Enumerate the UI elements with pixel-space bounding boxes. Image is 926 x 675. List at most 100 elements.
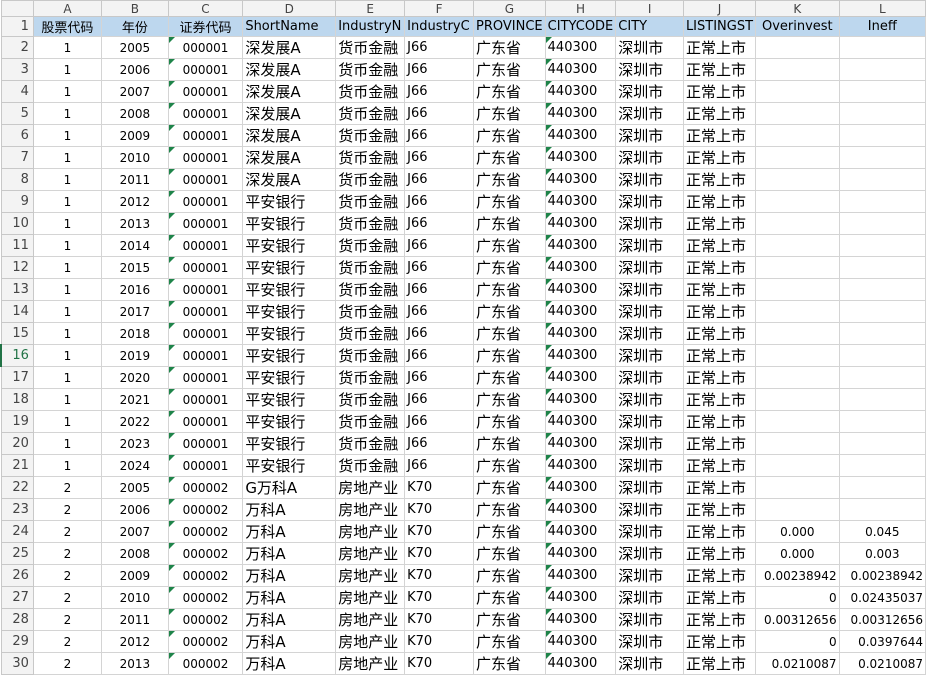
cell-ineff[interactable] [838,234,926,257]
row-header[interactable]: 3 [0,58,34,81]
cell-citycode[interactable]: 440300 [544,80,617,103]
cell-citycode[interactable]: 440300 [544,520,617,543]
cell-citycode[interactable]: 440300 [544,388,617,411]
cell-year[interactable]: 2015 [101,256,169,279]
cell-security-code[interactable]: 000001 [167,124,244,147]
cell-overinvest[interactable]: 0.00238942 [755,564,840,587]
row-header[interactable]: 26 [0,564,34,587]
cell-province[interactable]: 广东省 [473,256,546,279]
cell-listing-status[interactable]: 正常上市 [682,36,757,59]
cell-city[interactable]: 深圳市 [615,36,684,59]
cell-ineff[interactable] [838,388,926,411]
cell-industry-name[interactable]: 货币金融 [335,234,406,257]
cell-overinvest[interactable]: 0.0210087 [755,652,840,675]
cell-overinvest[interactable] [755,300,840,323]
cell-year[interactable]: 2022 [101,410,169,433]
cell-city[interactable]: 深圳市 [615,234,684,257]
cell-security-code[interactable]: 000001 [167,454,244,477]
cell-stock-code[interactable]: 1 [32,322,103,345]
cell-industry-name[interactable]: 货币金融 [335,300,406,323]
cell-security-code[interactable]: 000001 [167,80,244,103]
cell-industry-name[interactable]: 货币金融 [335,432,406,455]
row-header[interactable]: 14 [0,300,34,323]
cell-year[interactable]: 2012 [101,630,169,653]
cell-industry-code[interactable]: J66 [404,168,475,191]
cell-security-code[interactable]: 000001 [167,432,244,455]
cell-listing-status[interactable]: 正常上市 [682,212,757,235]
cell-listing-status[interactable]: 正常上市 [682,388,757,411]
cell-listing-status[interactable]: 正常上市 [682,102,757,125]
header-cell-citycode[interactable]: CITYCODE [544,16,617,37]
cell-industry-name[interactable]: 货币金融 [335,212,406,235]
cell-city[interactable]: 深圳市 [615,410,684,433]
cell-year[interactable]: 2014 [101,234,169,257]
column-header-k[interactable]: K [755,0,840,17]
cell-overinvest[interactable] [755,388,840,411]
column-header-i[interactable]: I [615,0,684,17]
cell-citycode[interactable]: 440300 [544,432,617,455]
cell-province[interactable]: 广东省 [473,168,546,191]
cell-listing-status[interactable]: 正常上市 [682,58,757,81]
cell-industry-name[interactable]: 房地产业 [335,542,406,565]
cell-citycode[interactable]: 440300 [544,586,617,609]
cell-industry-code[interactable]: J66 [404,300,475,323]
header-cell-listing-status[interactable]: LISTINGST [682,16,757,37]
cell-security-code[interactable]: 000001 [167,256,244,279]
cell-ineff[interactable] [838,80,926,103]
column-header-d[interactable]: D [242,0,337,17]
cell-overinvest[interactable] [755,102,840,125]
cell-overinvest[interactable] [755,322,840,345]
cell-ineff[interactable] [838,300,926,323]
column-header-e[interactable]: E [335,0,406,17]
cell-stock-code[interactable]: 1 [32,432,103,455]
cell-province[interactable]: 广东省 [473,124,546,147]
cell-overinvest[interactable] [755,36,840,59]
cell-industry-name[interactable]: 房地产业 [335,520,406,543]
cell-stock-code[interactable]: 2 [32,652,103,675]
cell-province[interactable]: 广东省 [473,410,546,433]
cell-year[interactable]: 2008 [101,542,169,565]
cell-overinvest[interactable] [755,454,840,477]
cell-industry-code[interactable]: K70 [404,564,475,587]
cell-province[interactable]: 广东省 [473,102,546,125]
row-header[interactable]: 9 [0,190,34,213]
cell-year[interactable]: 2018 [101,322,169,345]
cell-citycode[interactable]: 440300 [544,652,617,675]
row-header[interactable]: 15 [0,322,34,345]
cell-city[interactable]: 深圳市 [615,388,684,411]
cell-industry-name[interactable]: 货币金融 [335,124,406,147]
column-header-h[interactable]: H [544,0,617,17]
column-header-j[interactable]: J [682,0,757,17]
cell-shortname[interactable]: 平安银行 [242,190,337,213]
cell-industry-name[interactable]: 货币金融 [335,410,406,433]
cell-year[interactable]: 2005 [101,36,169,59]
cell-city[interactable]: 深圳市 [615,322,684,345]
spreadsheet-grid[interactable]: A B C D E F G H I J K L 1 股票代码 年份 证券代码 S… [0,0,926,675]
cell-overinvest[interactable]: 0 [755,630,840,653]
cell-ineff[interactable] [838,212,926,235]
cell-city[interactable]: 深圳市 [615,652,684,675]
cell-city[interactable]: 深圳市 [615,630,684,653]
cell-overinvest[interactable] [755,234,840,257]
header-cell-industry-code[interactable]: IndustryC [404,16,475,37]
cell-industry-code[interactable]: J66 [404,212,475,235]
cell-citycode[interactable]: 440300 [544,168,617,191]
cell-year[interactable]: 2005 [101,476,169,499]
cell-industry-code[interactable]: J66 [404,58,475,81]
cell-security-code[interactable]: 000001 [167,146,244,169]
cell-province[interactable]: 广东省 [473,608,546,631]
select-all-corner[interactable] [0,0,34,17]
cell-citycode[interactable]: 440300 [544,256,617,279]
cell-year[interactable]: 2024 [101,454,169,477]
cell-listing-status[interactable]: 正常上市 [682,586,757,609]
cell-citycode[interactable]: 440300 [544,322,617,345]
cell-industry-name[interactable]: 房地产业 [335,652,406,675]
cell-city[interactable]: 深圳市 [615,190,684,213]
cell-province[interactable]: 广东省 [473,564,546,587]
cell-listing-status[interactable]: 正常上市 [682,124,757,147]
cell-stock-code[interactable]: 2 [32,476,103,499]
cell-listing-status[interactable]: 正常上市 [682,454,757,477]
cell-listing-status[interactable]: 正常上市 [682,608,757,631]
column-header-a[interactable]: A [32,0,103,17]
header-cell-shortname[interactable]: ShortName [242,16,337,37]
